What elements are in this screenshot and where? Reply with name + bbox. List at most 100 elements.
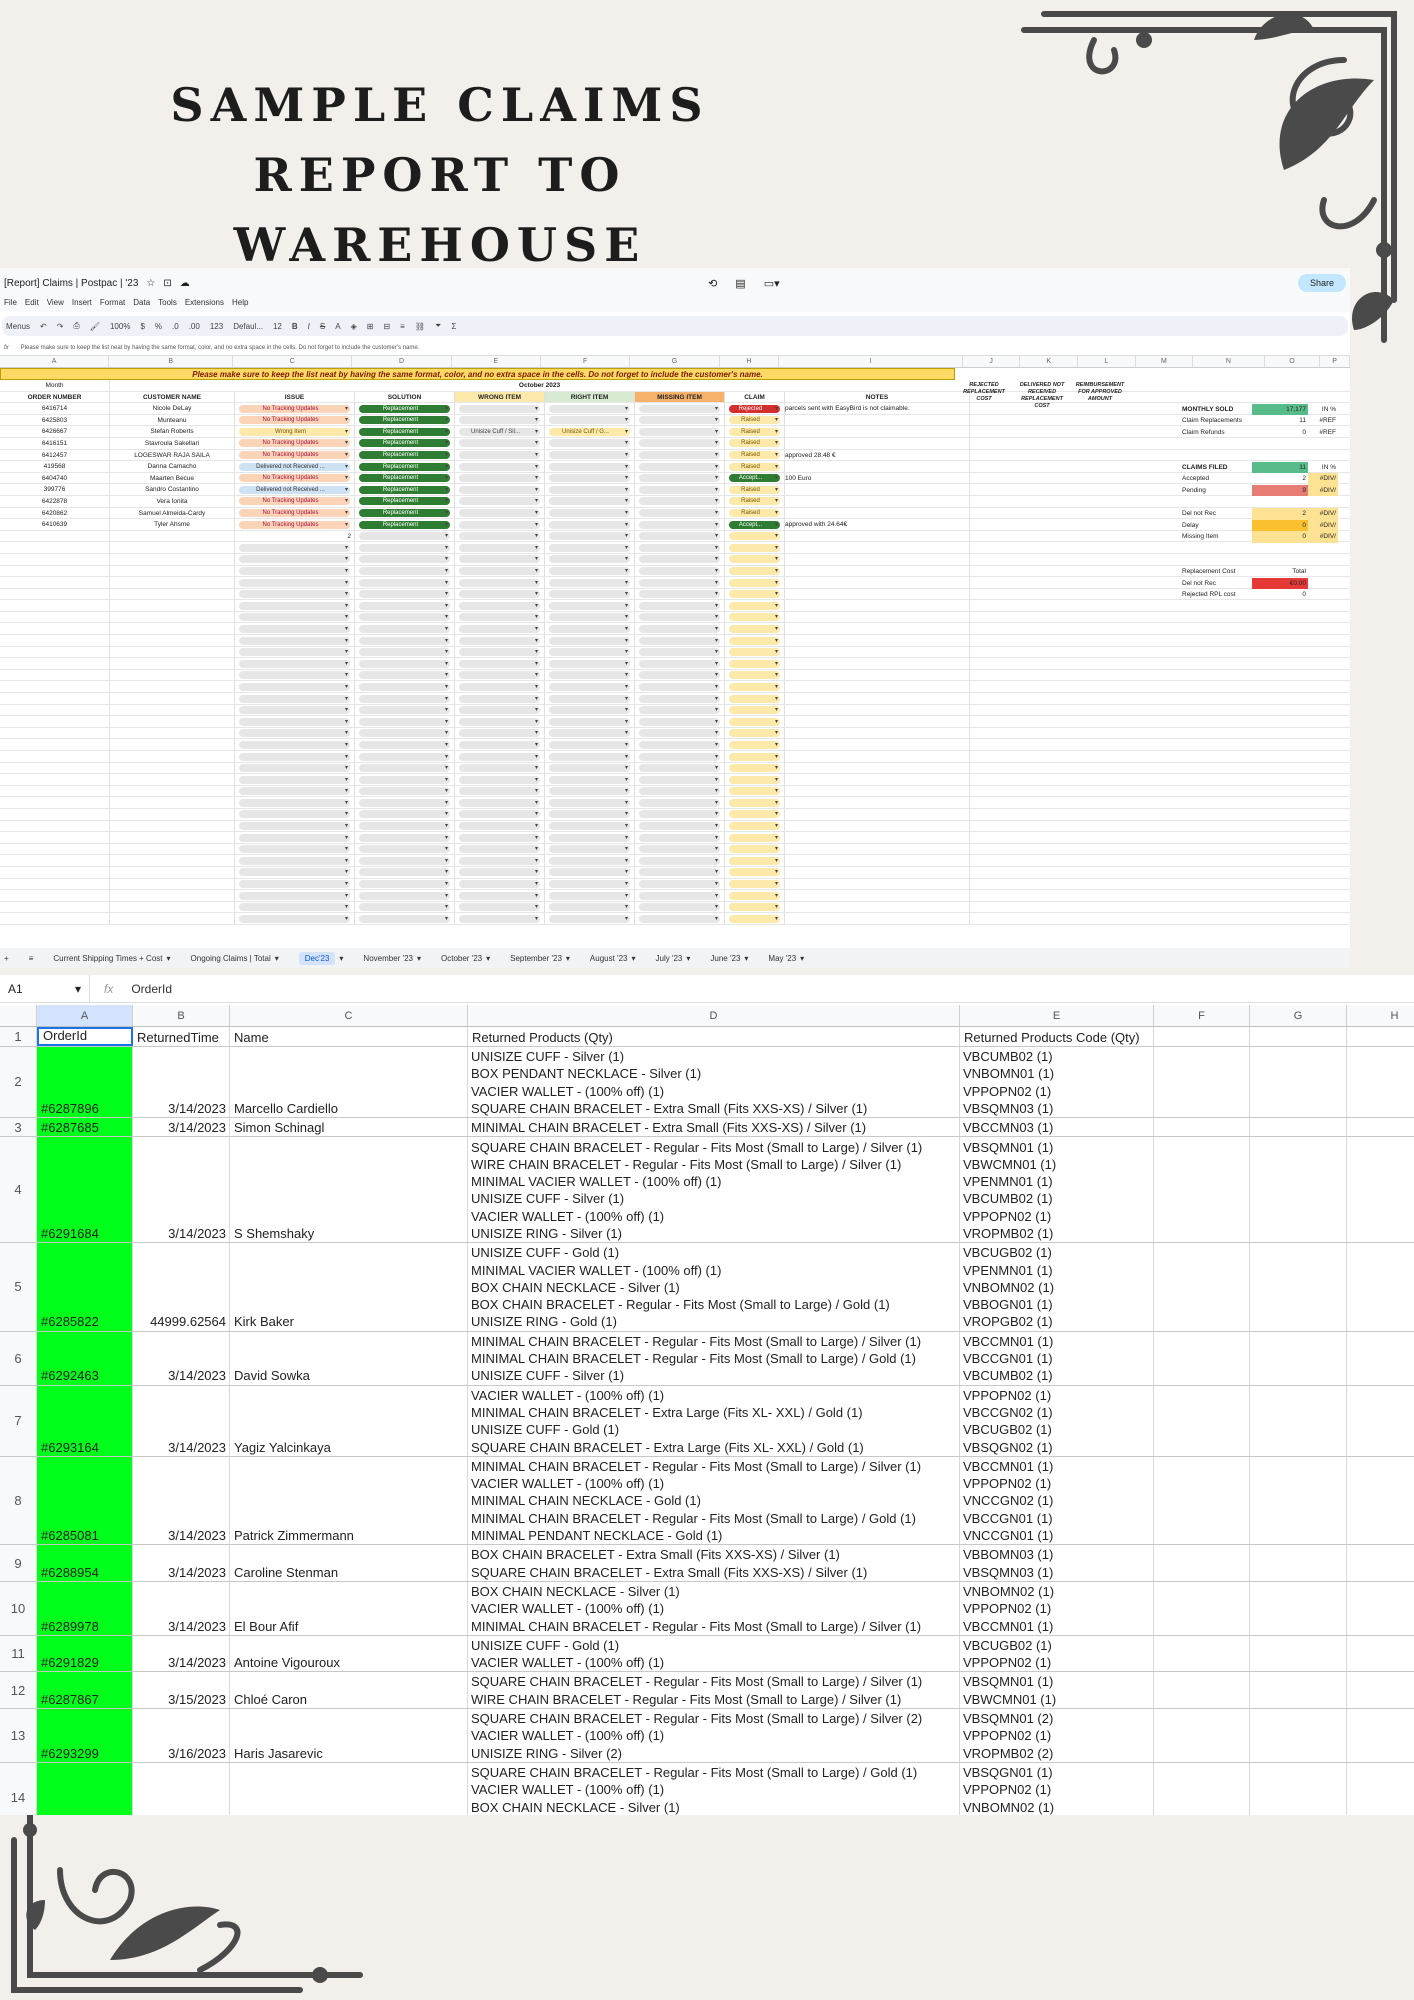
- returned-time-cell[interactable]: [133, 1762, 230, 1815]
- chevron-down-icon[interactable]: ▾: [339, 954, 343, 963]
- order-id-cell[interactable]: #6287867: [37, 1672, 133, 1709]
- menus-search[interactable]: Menus: [6, 322, 30, 331]
- tab-may-23[interactable]: May '23: [768, 954, 796, 963]
- text-color-icon[interactable]: A: [335, 322, 340, 331]
- wrong-item-dropdown[interactable]: [459, 404, 540, 413]
- codes-cell[interactable]: VBBOMN03 (1) VBSQMN03 (1): [960, 1545, 1154, 1581]
- empty-cell[interactable]: [1154, 1137, 1250, 1243]
- header-cell[interactable]: Returned Products Code (Qty): [960, 1027, 1154, 1046]
- empty-dropdown[interactable]: [359, 775, 450, 784]
- empty-dropdown[interactable]: [359, 880, 450, 889]
- empty-dropdown[interactable]: [239, 891, 350, 900]
- right-item-dropdown[interactable]: [549, 439, 630, 448]
- column-header-n[interactable]: N: [1193, 356, 1265, 367]
- right-item-dropdown[interactable]: [549, 509, 630, 518]
- empty-cell[interactable]: [1250, 1545, 1347, 1581]
- empty-dropdown[interactable]: [729, 648, 780, 657]
- products-cell[interactable]: UNISIZE CUFF - Gold (1) VACIER WALLET - (…: [468, 1635, 960, 1672]
- currency-button[interactable]: $: [140, 322, 144, 331]
- empty-dropdown[interactable]: [459, 868, 540, 877]
- tab-august-23[interactable]: August '23: [590, 954, 628, 963]
- codes-cell[interactable]: VBSQGN01 (1)VPPOPN02 (1)VNBOMN02 (1)VBCC…: [960, 1762, 1154, 1815]
- order-id-cell[interactable]: #6293299: [37, 1709, 133, 1762]
- menu-item-tools[interactable]: Tools: [158, 298, 177, 312]
- empty-cell[interactable]: [1154, 1762, 1250, 1815]
- empty-dropdown[interactable]: [239, 613, 350, 622]
- issue-dropdown[interactable]: Delivered not Received ...: [239, 485, 350, 494]
- empty-dropdown[interactable]: [639, 648, 720, 657]
- chevron-down-icon[interactable]: ▾: [566, 954, 570, 963]
- empty-dropdown[interactable]: [639, 775, 720, 784]
- header-cell[interactable]: ReturnedTime: [133, 1027, 230, 1046]
- empty-cell[interactable]: [1347, 1763, 1414, 1815]
- returned-time-cell[interactable]: 3/14/2023: [133, 1047, 230, 1118]
- products-cell[interactable]: SQUARE CHAIN BRACELET - Regular - Fits M…: [468, 1709, 960, 1762]
- empty-dropdown[interactable]: [459, 659, 540, 668]
- empty-cell[interactable]: [1154, 1118, 1250, 1137]
- row-number[interactable]: 4: [0, 1137, 37, 1243]
- empty-cell[interactable]: [1347, 1137, 1414, 1242]
- empty-cell[interactable]: [1154, 1243, 1250, 1331]
- empty-dropdown[interactable]: [359, 578, 450, 587]
- empty-dropdown[interactable]: [459, 764, 540, 773]
- empty-dropdown[interactable]: [239, 636, 350, 645]
- empty-dropdown[interactable]: [359, 671, 450, 680]
- claim-status-dropdown[interactable]: Rejected: [729, 404, 780, 413]
- empty-dropdown[interactable]: [639, 543, 720, 552]
- empty-dropdown[interactable]: [729, 868, 780, 877]
- claim-status-dropdown[interactable]: Raised: [729, 462, 780, 471]
- empty-cell[interactable]: [1347, 1582, 1414, 1635]
- empty-dropdown[interactable]: [639, 659, 720, 668]
- empty-dropdown[interactable]: [729, 671, 780, 680]
- empty-dropdown[interactable]: [639, 567, 720, 575]
- empty-dropdown[interactable]: [359, 706, 450, 715]
- chevron-down-icon[interactable]: ▾: [417, 954, 421, 963]
- menu-item-file[interactable]: File: [4, 298, 17, 312]
- empty-dropdown[interactable]: [359, 833, 450, 842]
- empty-dropdown[interactable]: [549, 555, 630, 564]
- right-item-dropdown[interactable]: [549, 462, 630, 471]
- fill-color-icon[interactable]: ◈: [351, 322, 357, 331]
- empty-dropdown[interactable]: [549, 578, 630, 587]
- font-select[interactable]: Defaul...: [233, 322, 263, 331]
- empty-dropdown[interactable]: [729, 624, 780, 633]
- empty-cell[interactable]: [1250, 1118, 1347, 1137]
- strikethrough-icon[interactable]: S: [320, 322, 325, 331]
- empty-dropdown[interactable]: [549, 567, 630, 575]
- empty-dropdown[interactable]: [549, 671, 630, 680]
- column-header-m[interactable]: M: [1136, 356, 1194, 367]
- empty-cell[interactable]: [1154, 1385, 1250, 1456]
- empty-cell[interactable]: [1250, 1709, 1347, 1762]
- column-header-f[interactable]: F: [541, 356, 631, 367]
- menu-item-format[interactable]: Format: [100, 298, 125, 312]
- missing-item-dropdown[interactable]: [639, 509, 720, 518]
- row-number[interactable]: 3: [0, 1118, 37, 1137]
- empty-cell[interactable]: [1347, 1118, 1414, 1136]
- functions-icon[interactable]: Σ: [451, 322, 456, 331]
- codes-cell[interactable]: VBCUGB02 (1) VPENMN01 (1) VNBOMN02 (1) VBBO…: [960, 1243, 1154, 1331]
- wrong-item-dropdown[interactable]: [459, 474, 540, 483]
- empty-dropdown[interactable]: [359, 682, 450, 691]
- empty-dropdown[interactable]: [639, 880, 720, 889]
- empty-dropdown[interactable]: [549, 880, 630, 889]
- codes-cell[interactable]: VBSQMN01 (1) VBWCMN01 (1): [960, 1672, 1154, 1709]
- products-cell[interactable]: VACIER WALLET - (100% off) (1) MINIMAL CH…: [468, 1385, 960, 1456]
- products-cell[interactable]: BOX CHAIN BRACELET - Extra Small (Fits X…: [468, 1545, 960, 1581]
- row-number[interactable]: 11: [0, 1635, 37, 1672]
- row-number[interactable]: 2: [0, 1047, 37, 1118]
- empty-dropdown[interactable]: [639, 891, 720, 900]
- column-header-l[interactable]: L: [1078, 356, 1136, 367]
- header-cell[interactable]: Name: [230, 1027, 468, 1046]
- tab-october-23[interactable]: October '23: [441, 954, 482, 963]
- tab-september-23[interactable]: September '23: [510, 954, 562, 963]
- empty-dropdown[interactable]: [639, 555, 720, 564]
- empty-dropdown[interactable]: [729, 891, 780, 900]
- empty-dropdown[interactable]: [549, 856, 630, 865]
- name-cell[interactable]: Yagiz Yalcinkaya: [230, 1385, 468, 1456]
- empty-dropdown[interactable]: [639, 624, 720, 633]
- empty-dropdown[interactable]: [239, 601, 350, 610]
- empty-cell[interactable]: [1347, 1545, 1414, 1581]
- empty-cell[interactable]: [1250, 1762, 1347, 1815]
- solution-dropdown[interactable]: Replacement: [359, 427, 450, 436]
- redo-icon[interactable]: ↷: [57, 322, 64, 331]
